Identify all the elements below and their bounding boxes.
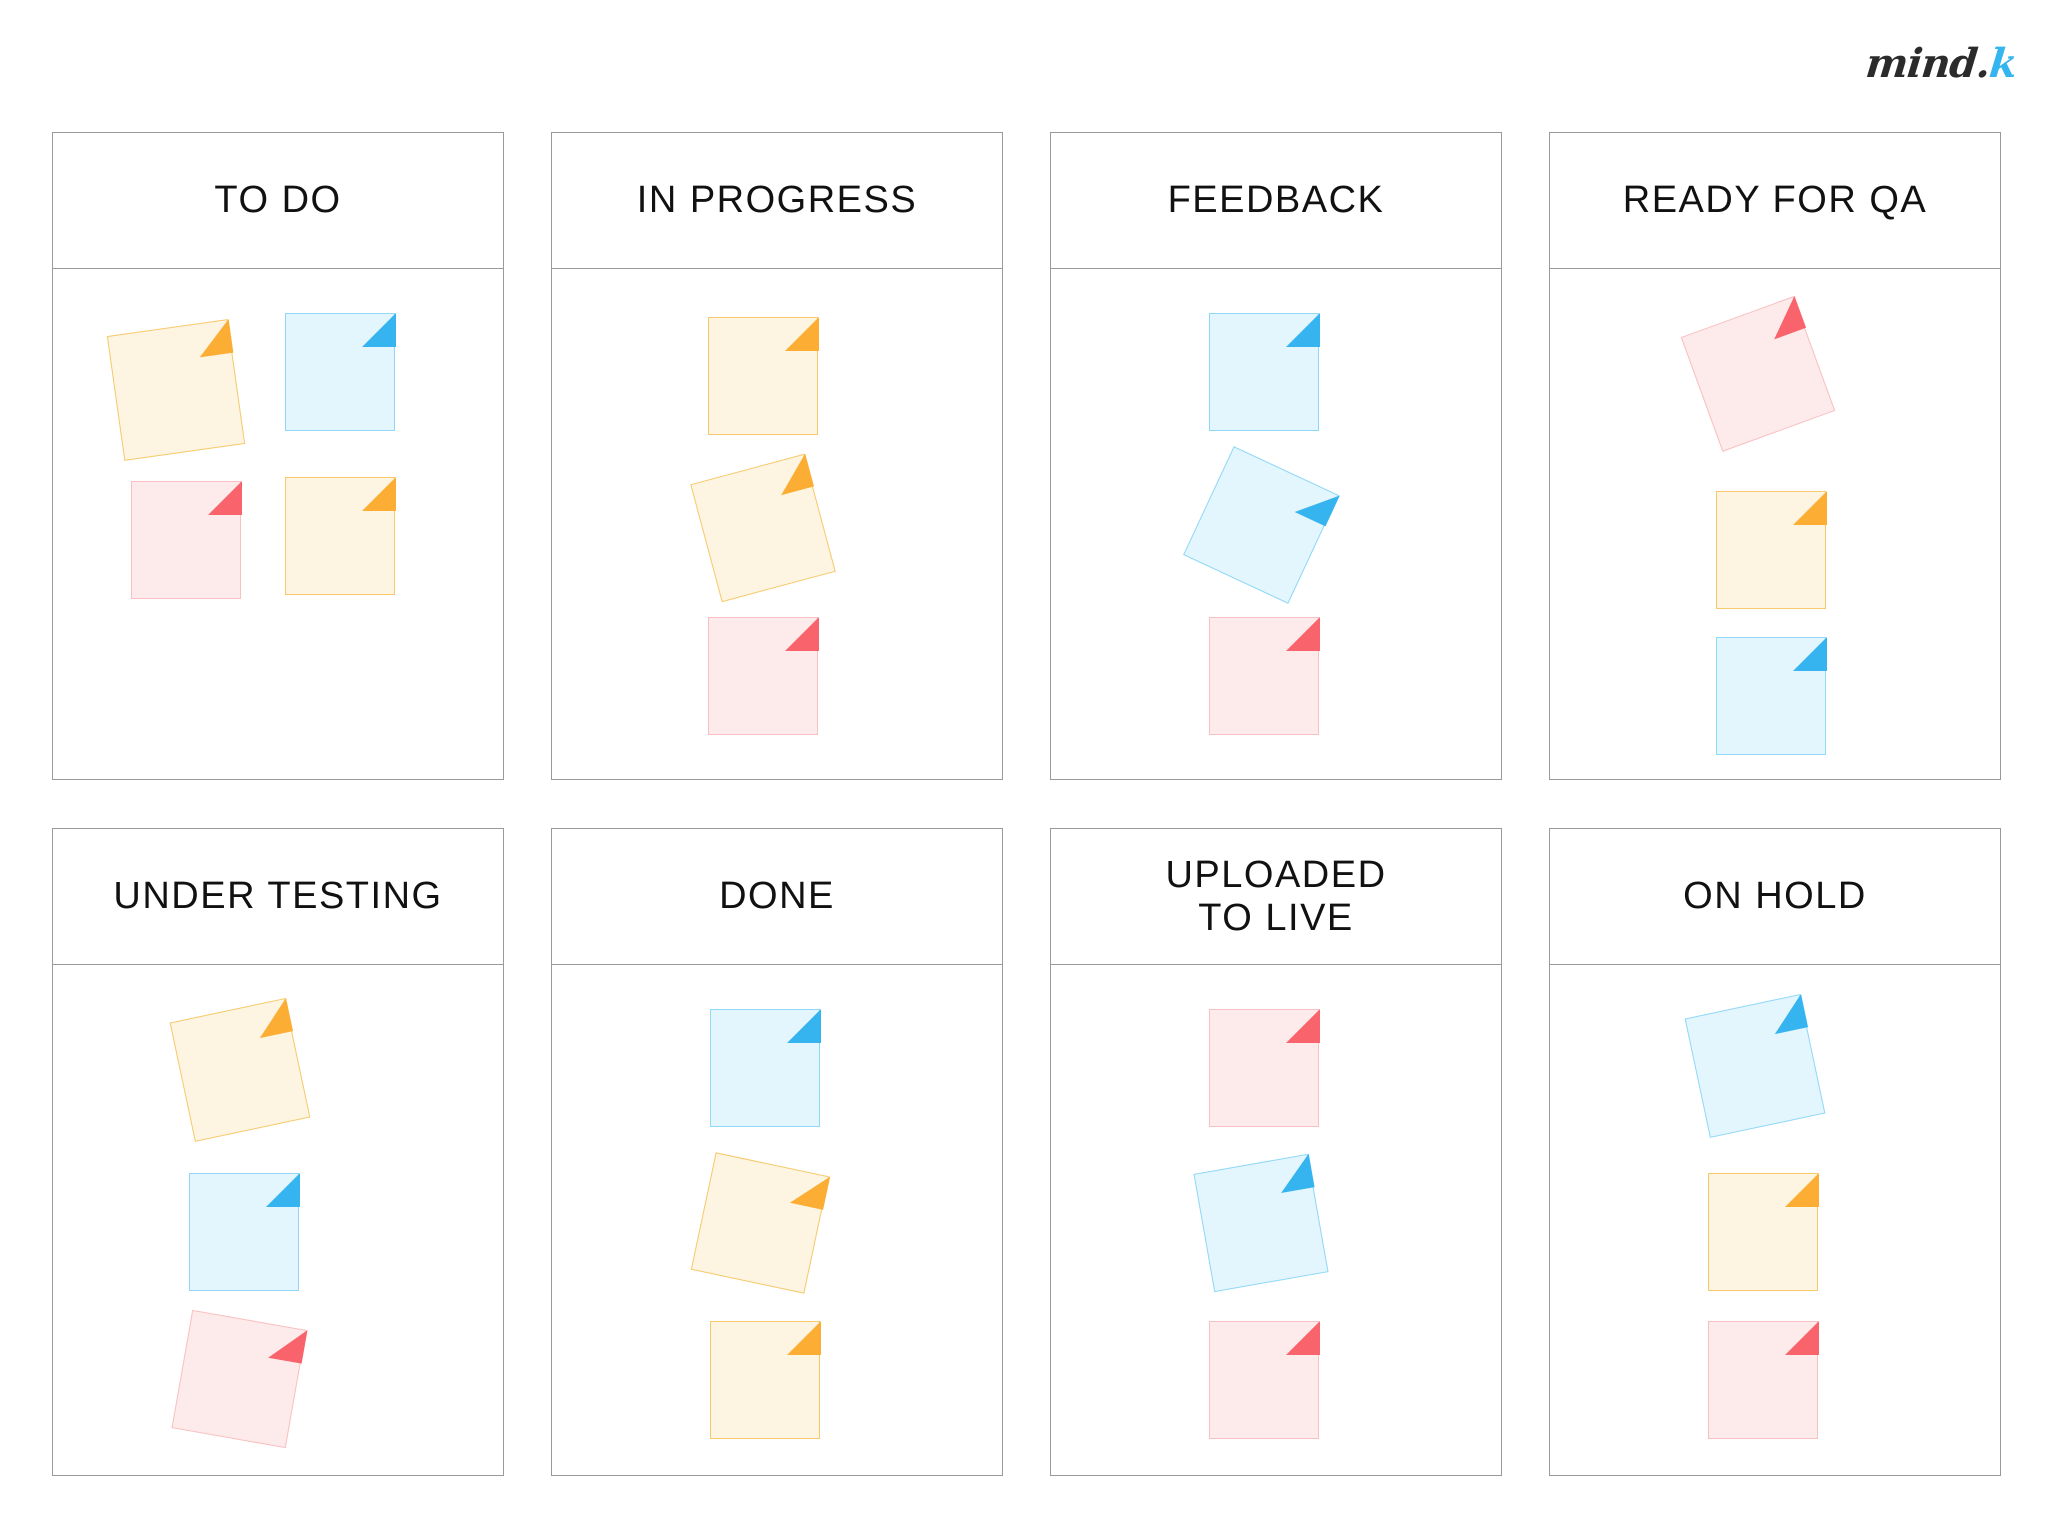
brand-accent-letter: k (1986, 40, 2019, 87)
sticky-note[interactable] (1209, 1008, 1320, 1127)
folded-corner-icon (361, 312, 396, 347)
column-body (1051, 965, 1501, 1475)
sticky-note[interactable] (708, 316, 819, 435)
folded-corner-icon (1285, 616, 1320, 651)
column-body (552, 269, 1002, 779)
column-body (53, 269, 503, 779)
column-title: UPLOADED TO LIVE (1165, 853, 1387, 939)
folded-corner-icon (784, 616, 819, 651)
kanban-board: TO DO IN PROGRESS FEEDBACK READY FOR QA UNDE… (52, 132, 2001, 1476)
folded-corner-icon (1761, 295, 1806, 340)
column-header: UPLOADED TO LIVE (1051, 829, 1501, 965)
brand-logo-text: mind.k (1863, 40, 2018, 87)
board-column: TO DO (52, 132, 504, 780)
folded-corner-icon (361, 476, 396, 511)
folded-corner-icon (789, 1168, 830, 1210)
folded-corner-icon (1784, 1172, 1819, 1207)
column-title: DONE (719, 875, 835, 918)
sticky-note[interactable] (1183, 446, 1340, 604)
folded-corner-icon (786, 1008, 821, 1043)
sticky-note[interactable] (1708, 1320, 1819, 1439)
column-body (53, 965, 503, 1475)
folded-corner-icon (1767, 993, 1808, 1034)
column-body (1550, 269, 2000, 779)
column-header: TO DO (53, 133, 503, 269)
sticky-note[interactable] (285, 312, 396, 431)
column-header: READY FOR QA (1550, 133, 2000, 269)
folded-corner-icon (786, 1320, 821, 1355)
column-title: ON HOLD (1683, 875, 1867, 918)
folded-corner-icon (1285, 1320, 1320, 1355)
folded-corner-icon (1294, 480, 1340, 526)
folded-corner-icon (1274, 1153, 1315, 1193)
brand-name: mind (1863, 40, 1979, 87)
folded-corner-icon (267, 1323, 308, 1364)
column-body (552, 965, 1002, 1475)
column-header: UNDER TESTING (53, 829, 503, 965)
sticky-note[interactable] (1209, 312, 1320, 431)
column-header: ON HOLD (1550, 829, 2000, 965)
column-title: TO DO (214, 179, 342, 222)
brand-logo: mind.k (1863, 34, 2018, 94)
sticky-note[interactable] (710, 1320, 821, 1439)
folded-corner-icon (207, 480, 242, 515)
folded-corner-icon (265, 1172, 300, 1207)
board-column: READY FOR QA (1549, 132, 2001, 780)
sticky-note[interactable] (1193, 1153, 1329, 1293)
sticky-note[interactable] (171, 1309, 308, 1449)
board-column: DONE (551, 828, 1003, 1476)
column-header: DONE (552, 829, 1002, 965)
column-body (1550, 965, 2000, 1475)
column-header: FEEDBACK (1051, 133, 1501, 269)
folded-corner-icon (771, 453, 814, 495)
sticky-note[interactable] (690, 1152, 830, 1294)
sticky-note[interactable] (710, 1008, 821, 1127)
column-title: FEEDBACK (1167, 179, 1385, 222)
sticky-note[interactable] (1680, 295, 1836, 452)
column-title: UNDER TESTING (113, 875, 443, 918)
folded-corner-icon (1285, 312, 1320, 347)
sticky-note[interactable] (1209, 616, 1320, 735)
folded-corner-icon (1792, 636, 1827, 671)
folded-corner-icon (1792, 490, 1827, 525)
board-column: UNDER TESTING (52, 828, 504, 1476)
folded-corner-icon (194, 318, 233, 357)
board-column: IN PROGRESS (551, 132, 1003, 780)
board-column: UPLOADED TO LIVE (1050, 828, 1502, 1476)
sticky-note[interactable] (690, 453, 836, 603)
sticky-note[interactable] (285, 476, 396, 595)
sticky-note[interactable] (106, 318, 246, 461)
sticky-note[interactable] (1716, 636, 1827, 755)
column-header: IN PROGRESS (552, 133, 1002, 269)
sticky-note[interactable] (1716, 490, 1827, 609)
folded-corner-icon (252, 997, 293, 1038)
board-column: FEEDBACK (1050, 132, 1502, 780)
sticky-note[interactable] (1209, 1320, 1320, 1439)
column-title: READY FOR QA (1622, 179, 1928, 222)
sticky-note[interactable] (169, 997, 311, 1142)
folded-corner-icon (1784, 1320, 1819, 1355)
column-title: IN PROGRESS (636, 179, 918, 222)
sticky-note[interactable] (1684, 993, 1826, 1138)
folded-corner-icon (1285, 1008, 1320, 1043)
sticky-note[interactable] (131, 480, 242, 599)
sticky-note[interactable] (1708, 1172, 1819, 1291)
sticky-note[interactable] (189, 1172, 300, 1291)
board-column: ON HOLD (1549, 828, 2001, 1476)
sticky-note[interactable] (708, 616, 819, 735)
folded-corner-icon (784, 316, 819, 351)
column-body (1051, 269, 1501, 779)
